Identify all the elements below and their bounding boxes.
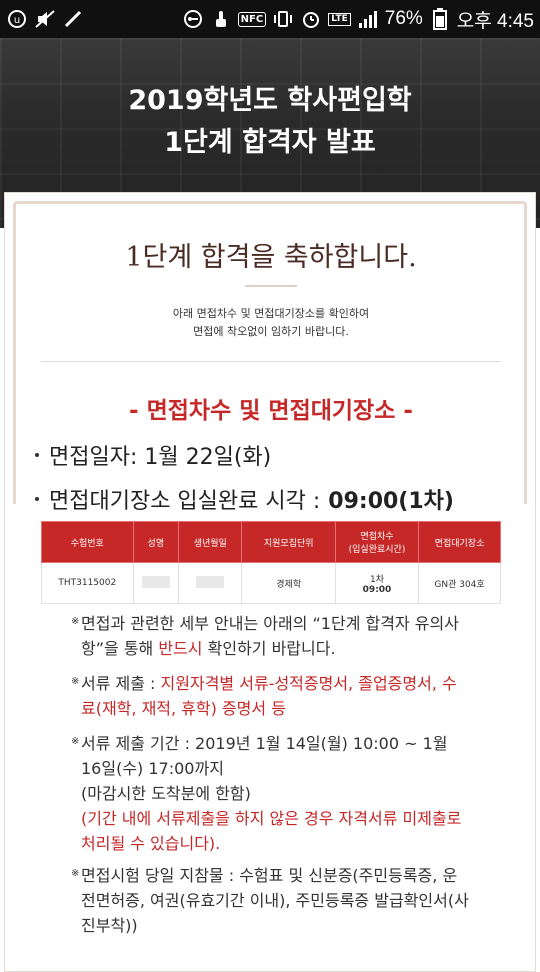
round-cell: 1차 09:00 [334, 562, 420, 604]
note-text: (마감시한 도착분에 한함) [81, 784, 251, 803]
note-documents: ※ 서류 제출 : 지원자격별 서류-성적증명서, 졸업증명서, 수료(재학, … [71, 671, 471, 721]
pen-icon [62, 8, 84, 30]
interview-date: 면접일자: 1월 22일(화) [35, 439, 271, 471]
mute-icon [34, 8, 56, 30]
table-header: 성명 [132, 521, 180, 563]
table-header: 면접차수 (입실완료시간) [334, 521, 420, 563]
status-right-icons: NFC LTE 76% 오후 4:45 [182, 6, 534, 33]
asterisk-icon: ※ [71, 676, 80, 687]
signal-icon [357, 8, 379, 30]
note-text: 확인하기 바랍니다. [207, 639, 336, 658]
interview-date-text: 면접일자: 1월 22일(화) [49, 445, 272, 470]
note-text: 서류 제출 기간 : 2019년 1월 14일(월) 10:00 ~ 1월 16… [81, 734, 448, 778]
note-submission-period: ※ 서류 제출 기간 : 2019년 1월 14일(월) 10:00 ~ 1월 … [71, 731, 471, 856]
table-header: 지원모집단위 [241, 521, 336, 563]
birthdate-cell [178, 562, 243, 604]
note-emphasis: (기간 내에 서류제출을 하지 않은 경우 자격서류 미제출로 처리될 수 있습… [81, 809, 462, 853]
app-notification-icon: u [6, 8, 28, 30]
note-text: 면접시험 당일 지참물 : 수험표 및 신분증(주민등록증, 운전면허증, 여권… [81, 866, 469, 935]
round-label: 1차 [369, 574, 384, 585]
notice-line-1: 아래 면접차수 및 면접대기장소를 확인하여 [172, 307, 370, 320]
place-cell: GN관 304호 [418, 562, 501, 604]
round-time: 09:00 [362, 584, 392, 595]
clock: 오후 4:45 [456, 10, 534, 32]
note-detail-guide: ※ 면접과 관련한 세부 안내는 아래의 “1단계 합격자 유의사항”을 통해 … [71, 611, 471, 661]
waiting-time-label: 면접대기장소 입실완료 시각 : [49, 489, 321, 514]
divider [41, 361, 501, 362]
waiting-time: 면접대기장소 입실완료 시각 : 09:00(1차) [35, 483, 454, 515]
status-bar: u NFC LTE 76% 오후 4:45 [0, 0, 540, 38]
page-title-line2: 1단계 합격자 발표 [164, 127, 376, 158]
bullet-icon [35, 497, 39, 501]
vibrate-icon [272, 8, 294, 30]
status-left-icons: u [6, 8, 84, 30]
asterisk-icon: ※ [71, 868, 80, 879]
asterisk-icon: ※ [71, 616, 80, 627]
svg-text:u: u [14, 15, 20, 26]
bullet-icon [35, 453, 39, 457]
nfc-icon: NFC [237, 11, 267, 27]
table-header-line: (입실완료시간) [348, 545, 406, 555]
redacted-birthdate [196, 575, 225, 588]
congrats-heading: 1단계 합격을 축하합니다. [125, 242, 417, 273]
major-cell: 경제학 [241, 562, 336, 604]
redacted-name [141, 575, 170, 588]
section-title: - 면접차수 및 면접대기장소 - [129, 398, 413, 424]
table-header: 수험번호 [41, 521, 134, 563]
table-header: 면접대기장소 [418, 521, 501, 563]
note-items-to-bring: ※ 면접시험 당일 지참물 : 수험표 및 신분증(주민등록증, 운전면허증, … [71, 863, 471, 938]
key-icon [182, 8, 204, 30]
table-header: 생년월일 [178, 521, 243, 563]
divider [245, 285, 297, 287]
note-emphasis: 반드시 [158, 639, 203, 658]
name-cell [132, 562, 180, 604]
notice-line-2: 면접에 착오없이 임하기 바랍니다. [193, 325, 349, 338]
interview-table: 수험번호 성명 생년월일 지원모집단위 면접차수 (입실완료시간) 면접대기장소… [41, 521, 501, 604]
waiting-time-value: 09:00(1차) [328, 489, 454, 514]
battery-icon [429, 8, 451, 30]
table-header-row: 수험번호 성명 생년월일 지원모집단위 면접차수 (입실완료시간) 면접대기장소 [41, 521, 501, 563]
exam-number-cell: THT3115002 [41, 562, 134, 604]
notice-text: 아래 면접차수 및 면접대기장소를 확인하여 면접에 착오없이 임하기 바랍니다… [5, 305, 537, 341]
alarm-icon [300, 8, 322, 30]
page-title-line1: 2019학년도 학사편입학 [128, 85, 412, 116]
result-card: 1단계 합격을 축하합니다. 아래 면접차수 및 면접대기장소를 확인하여 면접… [4, 192, 536, 972]
touch-icon [210, 8, 232, 30]
table-row: THT3115002 경제학 1차 09:00 GN관 304호 [41, 562, 501, 604]
battery-percent: 76% [384, 8, 423, 29]
asterisk-icon: ※ [71, 736, 80, 747]
lte-icon: LTE [328, 12, 351, 26]
table-header-line: 면접차수 [360, 532, 394, 542]
note-label: 서류 제출 : [81, 674, 156, 693]
